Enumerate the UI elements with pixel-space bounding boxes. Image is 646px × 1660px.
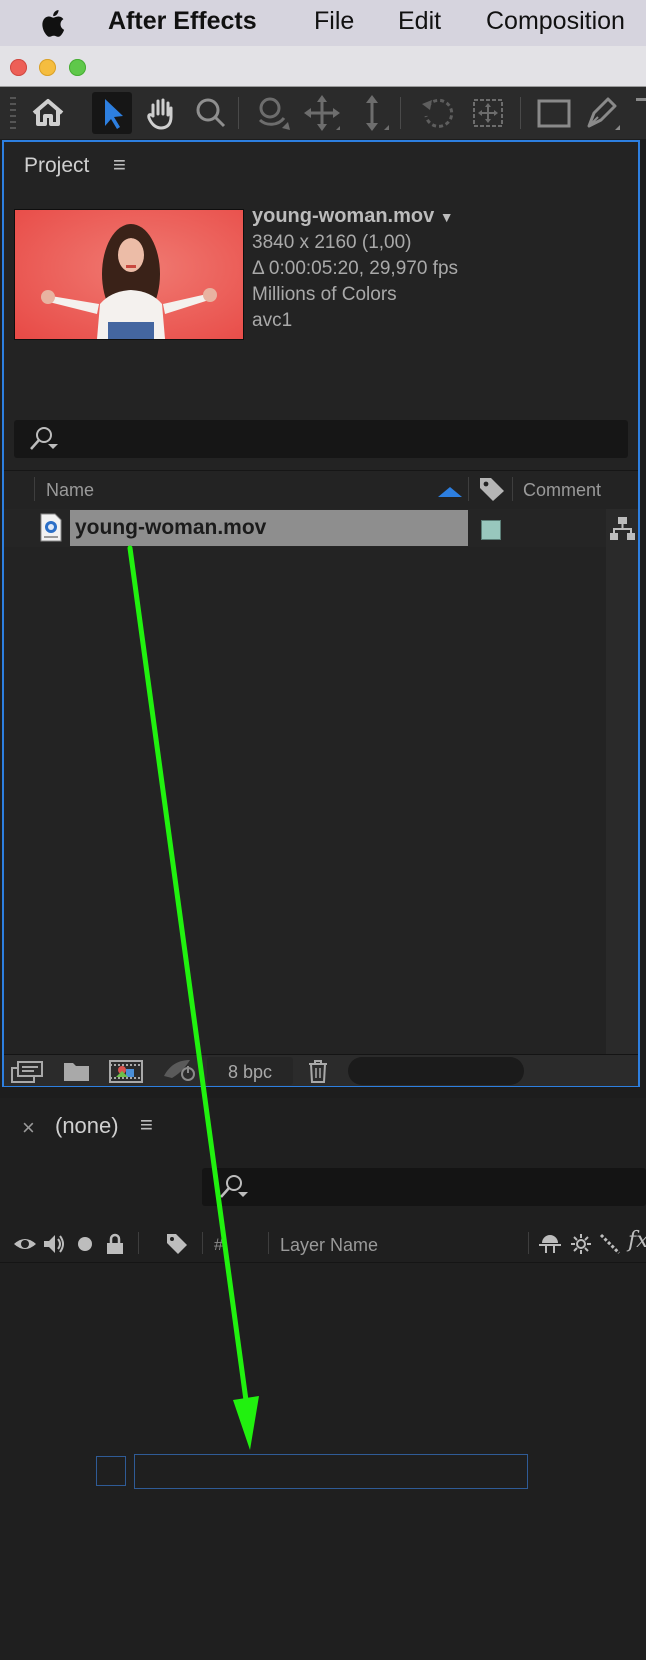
column-separator	[202, 1232, 203, 1254]
zoom-tool-icon[interactable]	[190, 92, 230, 134]
collapse-transformation-icon[interactable]	[569, 1232, 593, 1256]
flowchart-icon[interactable]	[609, 515, 636, 542]
toolbar-separator	[520, 97, 521, 129]
timeline-search-input[interactable]	[202, 1168, 646, 1206]
file-menu[interactable]: File	[314, 0, 354, 46]
trash-icon[interactable]	[306, 1058, 330, 1084]
quicktime-file-icon	[40, 513, 62, 542]
project-panel-right-strip	[606, 509, 638, 1055]
pen-tool-icon[interactable]	[582, 92, 622, 134]
window-zoom-button[interactable]	[69, 59, 86, 76]
project-settings-icon[interactable]	[160, 1058, 198, 1084]
color-depth-label: 8 bpc	[228, 1062, 273, 1082]
grip-handle-icon[interactable]	[8, 95, 18, 131]
column-separator	[528, 1232, 529, 1254]
rotation-tool-icon[interactable]	[418, 92, 458, 134]
effects-fx-icon[interactable]: fx	[628, 1228, 646, 1253]
interpret-footage-icon[interactable]	[10, 1058, 44, 1084]
project-search-input[interactable]	[14, 420, 628, 458]
pan-behind-icon[interactable]	[468, 92, 508, 134]
preview-color-depth: Millions of Colors	[252, 284, 397, 305]
rectangle-tool-icon[interactable]	[534, 92, 574, 134]
tools-panel	[0, 87, 646, 139]
dolly-camera-icon[interactable]	[352, 92, 392, 134]
drop-target-bar[interactable]	[134, 1454, 528, 1489]
timeline-tab-title[interactable]: (none)	[55, 1113, 119, 1139]
window-close-button[interactable]	[10, 59, 27, 76]
label-tag-icon[interactable]	[165, 1232, 189, 1256]
preview-codec: avc1	[252, 310, 293, 331]
lock-icon[interactable]	[103, 1232, 127, 1256]
layer-name-column-header[interactable]: Layer Name	[280, 1235, 378, 1256]
toolbar-overflow-icon[interactable]	[636, 98, 646, 101]
column-separator	[512, 477, 513, 501]
project-item-name[interactable]: young-woman.mov	[75, 516, 266, 540]
composition-menu[interactable]: Composition	[486, 0, 625, 46]
window-title-bar	[0, 46, 646, 87]
column-separator	[34, 477, 35, 501]
label-tag-icon[interactable]	[478, 476, 506, 502]
eye-icon[interactable]	[13, 1232, 37, 1256]
comment-column-header[interactable]: Comment	[523, 480, 601, 501]
project-tab[interactable]: Project	[24, 154, 89, 178]
preview-file-name[interactable]: young-woman.mov ▼	[252, 205, 454, 228]
toolbar-separator	[400, 97, 401, 129]
selection-tool-icon[interactable]	[92, 92, 132, 134]
new-folder-icon[interactable]	[62, 1058, 92, 1084]
audio-speaker-icon[interactable]	[42, 1232, 66, 1256]
pan-camera-icon[interactable]	[302, 92, 342, 134]
item-label-swatch[interactable]	[481, 520, 501, 540]
shy-layer-icon[interactable]	[538, 1232, 562, 1256]
solo-dot-icon[interactable]	[73, 1232, 97, 1256]
timeline-panel-menu-icon[interactable]: ≡	[140, 1112, 153, 1138]
orbit-camera-icon[interactable]	[252, 92, 292, 134]
new-composition-icon[interactable]	[108, 1058, 144, 1084]
layer-number-column-header[interactable]: #	[214, 1235, 223, 1255]
hand-tool-icon[interactable]	[141, 92, 181, 134]
home-icon[interactable]	[28, 92, 68, 134]
apple-logo-icon[interactable]	[38, 6, 70, 40]
project-panel-menu-icon[interactable]: ≡	[113, 152, 126, 178]
name-column-header[interactable]: Name	[46, 480, 94, 501]
preview-duration: Δ 0:00:05:20, 29,970 fps	[252, 258, 459, 279]
window-minimize-button[interactable]	[39, 59, 56, 76]
search-icon[interactable]	[216, 1172, 256, 1202]
column-separator	[268, 1232, 269, 1254]
column-separator	[468, 477, 469, 501]
preview-dimensions: 3840 x 2160 (1,00)	[252, 232, 412, 253]
quality-icon[interactable]	[598, 1232, 622, 1256]
edit-menu[interactable]: Edit	[398, 0, 441, 46]
toolbar-separator	[238, 97, 239, 129]
column-separator	[138, 1232, 139, 1254]
drop-target-box[interactable]	[96, 1456, 126, 1486]
search-icon[interactable]	[26, 424, 66, 454]
app-name-menu[interactable]: After Effects	[108, 0, 257, 46]
menu-bar: After Effects File Edit Composition	[0, 0, 646, 46]
sort-ascending-icon[interactable]	[437, 484, 463, 498]
footer-scroll-slider[interactable]	[348, 1057, 524, 1085]
chevron-down-icon[interactable]: ▼	[440, 209, 454, 225]
close-icon[interactable]: ×	[22, 1115, 35, 1141]
footage-preview-thumbnail	[14, 209, 244, 340]
